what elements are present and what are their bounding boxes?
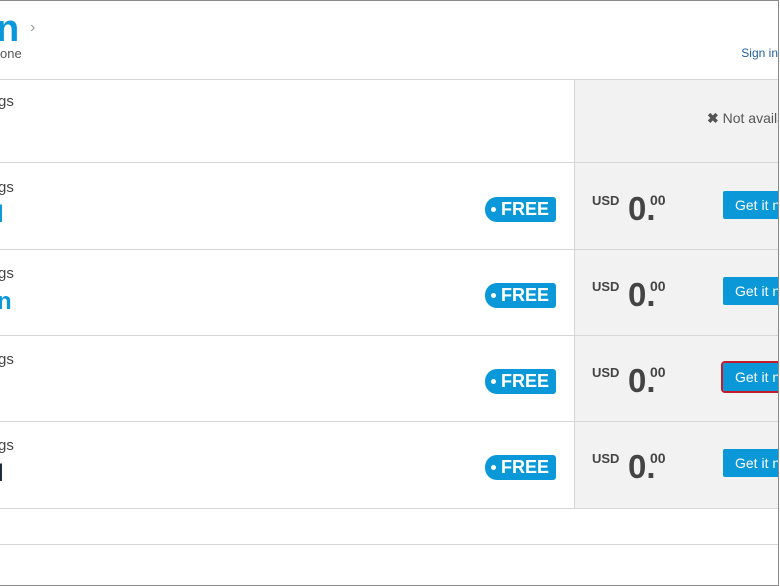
page-frame: n › one Sign in gs ✖ Not availa gs l FRE… — [0, 0, 779, 586]
free-badge-label: FREE — [501, 285, 550, 305]
row-title-fragment: n — [0, 290, 12, 314]
bullet-icon — [491, 207, 496, 212]
price-decimal: 00 — [650, 364, 666, 380]
price-currency: USD — [592, 365, 620, 380]
price-currency: USD — [592, 279, 620, 294]
row-label: gs — [0, 265, 14, 282]
free-badge-label: FREE — [501, 457, 550, 477]
not-available-status: ✖ Not availa — [707, 110, 779, 127]
free-badge: FREE — [485, 283, 556, 308]
list-item: gs l FREE USD 0. 00 Get it no — [0, 163, 778, 249]
row-label: gs — [0, 437, 14, 454]
free-badge: FREE — [485, 369, 556, 394]
get-it-now-button[interactable]: Get it no — [721, 361, 778, 393]
sign-in-link[interactable]: Sign in — [741, 46, 778, 60]
list-item: gs l FREE USD 0. 00 Get it no — [0, 422, 778, 508]
list-item: gs n FREE USD 0. 00 Get it no — [0, 250, 778, 335]
price-decimal: 00 — [650, 192, 666, 208]
row-divider — [0, 508, 778, 509]
row-label: gs — [0, 351, 14, 368]
row-title-fragment: l — [0, 462, 4, 486]
list-item: gs — [0, 80, 778, 162]
bullet-icon — [491, 379, 496, 384]
free-badge-label: FREE — [501, 371, 550, 391]
free-badge: FREE — [485, 455, 556, 480]
app-logo[interactable]: n — [0, 9, 19, 49]
get-it-now-button[interactable]: Get it no — [723, 277, 778, 305]
row-title-fragment: l — [0, 203, 4, 227]
price-currency: USD — [592, 451, 620, 466]
list-item: gs FREE USD 0. 00 Get it no — [0, 336, 778, 421]
free-badge-label: FREE — [501, 199, 550, 219]
price-decimal: 00 — [650, 278, 666, 294]
price-currency: USD — [592, 193, 620, 208]
bullet-icon — [491, 293, 496, 298]
get-it-now-button[interactable]: Get it no — [723, 449, 778, 477]
footer-divider — [0, 544, 778, 545]
close-icon: ✖ — [707, 110, 719, 126]
price-decimal: 00 — [650, 450, 666, 466]
breadcrumb-chevron-icon: › — [30, 19, 36, 36]
not-available-text: Not availa — [722, 110, 779, 126]
logo-subtitle: one — [0, 46, 22, 61]
row-label: gs — [0, 179, 14, 196]
bullet-icon — [491, 465, 496, 470]
free-badge: FREE — [485, 197, 556, 222]
row-label: gs — [0, 93, 14, 110]
get-it-now-button[interactable]: Get it no — [723, 191, 778, 219]
